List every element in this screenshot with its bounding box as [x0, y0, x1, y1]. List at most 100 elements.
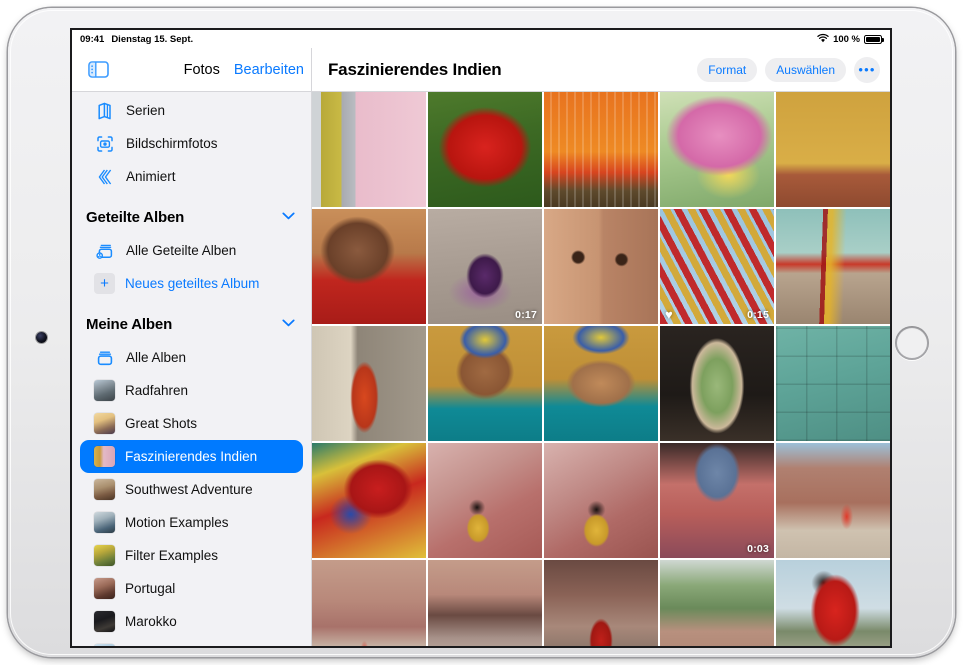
section-header-label: Meine Alben	[86, 316, 172, 333]
sidebar-item-filter-examples[interactable]: Filter Examples	[80, 539, 303, 572]
chevron-down-icon[interactable]	[282, 211, 295, 223]
photo-cell[interactable]	[428, 443, 542, 558]
photo-cell[interactable]	[312, 443, 426, 558]
portrait-brown-thumb	[94, 578, 115, 599]
photo-cell[interactable]	[544, 92, 658, 207]
photo-cell[interactable]	[428, 326, 542, 441]
plus-icon: +	[94, 273, 115, 294]
screenshot-icon	[94, 133, 116, 155]
desert-road-thumb	[94, 479, 115, 500]
blonde-woman-thumb	[94, 413, 115, 434]
purple-powder-street-aerial	[428, 209, 542, 324]
cycling-road-thumb	[94, 380, 115, 401]
sidebar-item-label: Southwest Adventure	[125, 482, 253, 497]
teal-carved-door	[776, 326, 890, 441]
yellow-wall-man-blue	[776, 92, 890, 207]
photo-cell[interactable]	[312, 92, 426, 207]
orange-fruit-stall	[544, 92, 658, 207]
wifi-icon	[817, 33, 829, 46]
yellow-door-pink-wall	[312, 92, 426, 207]
photo-cell[interactable]	[776, 326, 890, 441]
sidebar-item-animiert[interactable]: Animiert	[80, 160, 303, 193]
photo-cell[interactable]	[544, 443, 658, 558]
photo-cell[interactable]	[428, 560, 542, 646]
video-duration-badge: 0:17	[515, 309, 537, 321]
red-blue-fabric-pile	[312, 443, 426, 558]
sidebar-item-marokko[interactable]: Marokko	[80, 605, 303, 638]
photo-cell[interactable]	[660, 560, 774, 646]
woman-striped-dress-teal-wall	[776, 209, 890, 324]
photo-cell[interactable]	[660, 326, 774, 441]
back-to-photos-button[interactable]: Fotos	[177, 62, 227, 78]
photo-cell[interactable]	[544, 560, 658, 646]
photo-cell[interactable]	[776, 443, 890, 558]
video-duration-badge: 0:03	[747, 543, 769, 555]
sidebar[interactable]: Serien Bildschirmfotos Animiert Geteilte Al…	[72, 92, 312, 646]
sidebar-item-alle-geteilte-alben[interactable]: Alle Geteilte Alben	[80, 234, 303, 267]
sidebar-item-label: Great Shots	[125, 416, 197, 431]
photo-cell[interactable]	[776, 560, 890, 646]
animated-icon	[94, 166, 116, 188]
two-people-pink-cloth-drying	[428, 443, 542, 558]
photo-cell[interactable]	[776, 209, 890, 324]
favorite-heart-icon: ♥	[665, 308, 673, 321]
red-poppy-flower	[428, 92, 542, 207]
garden-pathway-green	[660, 560, 774, 646]
sidebar-item-southwest-adventure[interactable]: Southwest Adventure	[80, 473, 303, 506]
photo-cell[interactable]	[544, 209, 658, 324]
photo-cell[interactable]: ♥ 0:15	[660, 209, 774, 324]
sidebar-item-label: Radfahren	[125, 383, 188, 398]
sidebar-item-motion-examples[interactable]: Motion Examples	[80, 506, 303, 539]
video-duration-badge: 0:15	[747, 309, 769, 321]
edit-button[interactable]: Bearbeiten	[227, 62, 311, 78]
photo-grid[interactable]: 0:17 ♥ 0:15 0:03	[312, 92, 890, 646]
format-button[interactable]: Format	[697, 58, 757, 82]
photo-cell[interactable]	[776, 92, 890, 207]
select-button[interactable]: Auswählen	[765, 58, 846, 82]
ipad-screen: 09:41 Dienstag 15. Sept. 100 %	[72, 30, 890, 646]
portrait-blue-thumb	[94, 512, 115, 533]
woman-red-scarf-sky	[776, 560, 890, 646]
stairs-red-dress-corridor	[544, 560, 658, 646]
section-header-label: Geteilte Alben	[86, 209, 184, 226]
more-options-button[interactable]: •••	[854, 57, 880, 83]
person-yellow-shirt-pink-cloth	[544, 443, 658, 558]
sidebar-item-puppy-pics[interactable]: Puppy Pics	[80, 638, 303, 646]
photo-cell[interactable]: 0:17	[428, 209, 542, 324]
photo-cell[interactable]	[312, 560, 426, 646]
sidebar-item-label: Serien	[126, 103, 165, 118]
main-split-view: Serien Bildschirmfotos Animiert Geteilte Al…	[72, 92, 890, 646]
photo-cell[interactable]	[544, 326, 658, 441]
man-hat-thumb	[94, 611, 115, 632]
photo-cell[interactable]	[660, 92, 774, 207]
series-icon	[94, 100, 116, 122]
home-button[interactable]	[895, 326, 929, 360]
sidebar-item-alle-alben[interactable]: Alle Alben	[80, 341, 303, 374]
ipad-device-frame: 09:41 Dienstag 15. Sept. 100 %	[8, 8, 955, 657]
sidebar-item-portugal[interactable]: Portugal	[80, 572, 303, 605]
photo-cell[interactable]: 0:03	[660, 443, 774, 558]
sidebar-item-label: Marokko	[125, 614, 177, 629]
sidebar-item-great-shots[interactable]: Great Shots	[80, 407, 303, 440]
sidebar-section-my-albums: Meine Alben	[72, 307, 311, 341]
woman-yellow-headwrap-smile	[428, 326, 542, 441]
woman-red-sari-portrait	[312, 209, 426, 324]
battery-percent: 100 %	[833, 34, 860, 45]
sidebar-item-radfahren[interactable]: Radfahren	[80, 374, 303, 407]
status-time: 09:41	[80, 34, 104, 45]
sidebar-item-label: Neues geteiltes Album	[125, 276, 259, 291]
humayun-tomb-archway-detail	[428, 560, 542, 646]
sidebar-item-faszinierendes-indien[interactable]: Faszinierendes Indien	[80, 440, 303, 473]
sidebar-toggle-icon[interactable]	[86, 58, 110, 82]
sidebar-item-label: Bildschirmfotos	[126, 136, 218, 151]
sidebar-section-shared-albums: Geteilte Alben	[72, 200, 311, 234]
photo-cell[interactable]	[312, 209, 426, 324]
photo-cell[interactable]	[312, 326, 426, 441]
chevron-down-icon[interactable]	[282, 318, 295, 330]
sidebar-item-bildschirmfotos[interactable]: Bildschirmfotos	[80, 127, 303, 160]
sidebar-item-neues-geteiltes-album[interactable]: + Neues geteiltes Album	[80, 267, 303, 300]
humayun-tomb-facade-wide	[312, 560, 426, 646]
sidebar-item-serien[interactable]: Serien	[80, 94, 303, 127]
photo-cell[interactable]	[428, 92, 542, 207]
app-toolbar: Fotos Bearbeiten Faszinierendes Indien F…	[72, 48, 890, 92]
